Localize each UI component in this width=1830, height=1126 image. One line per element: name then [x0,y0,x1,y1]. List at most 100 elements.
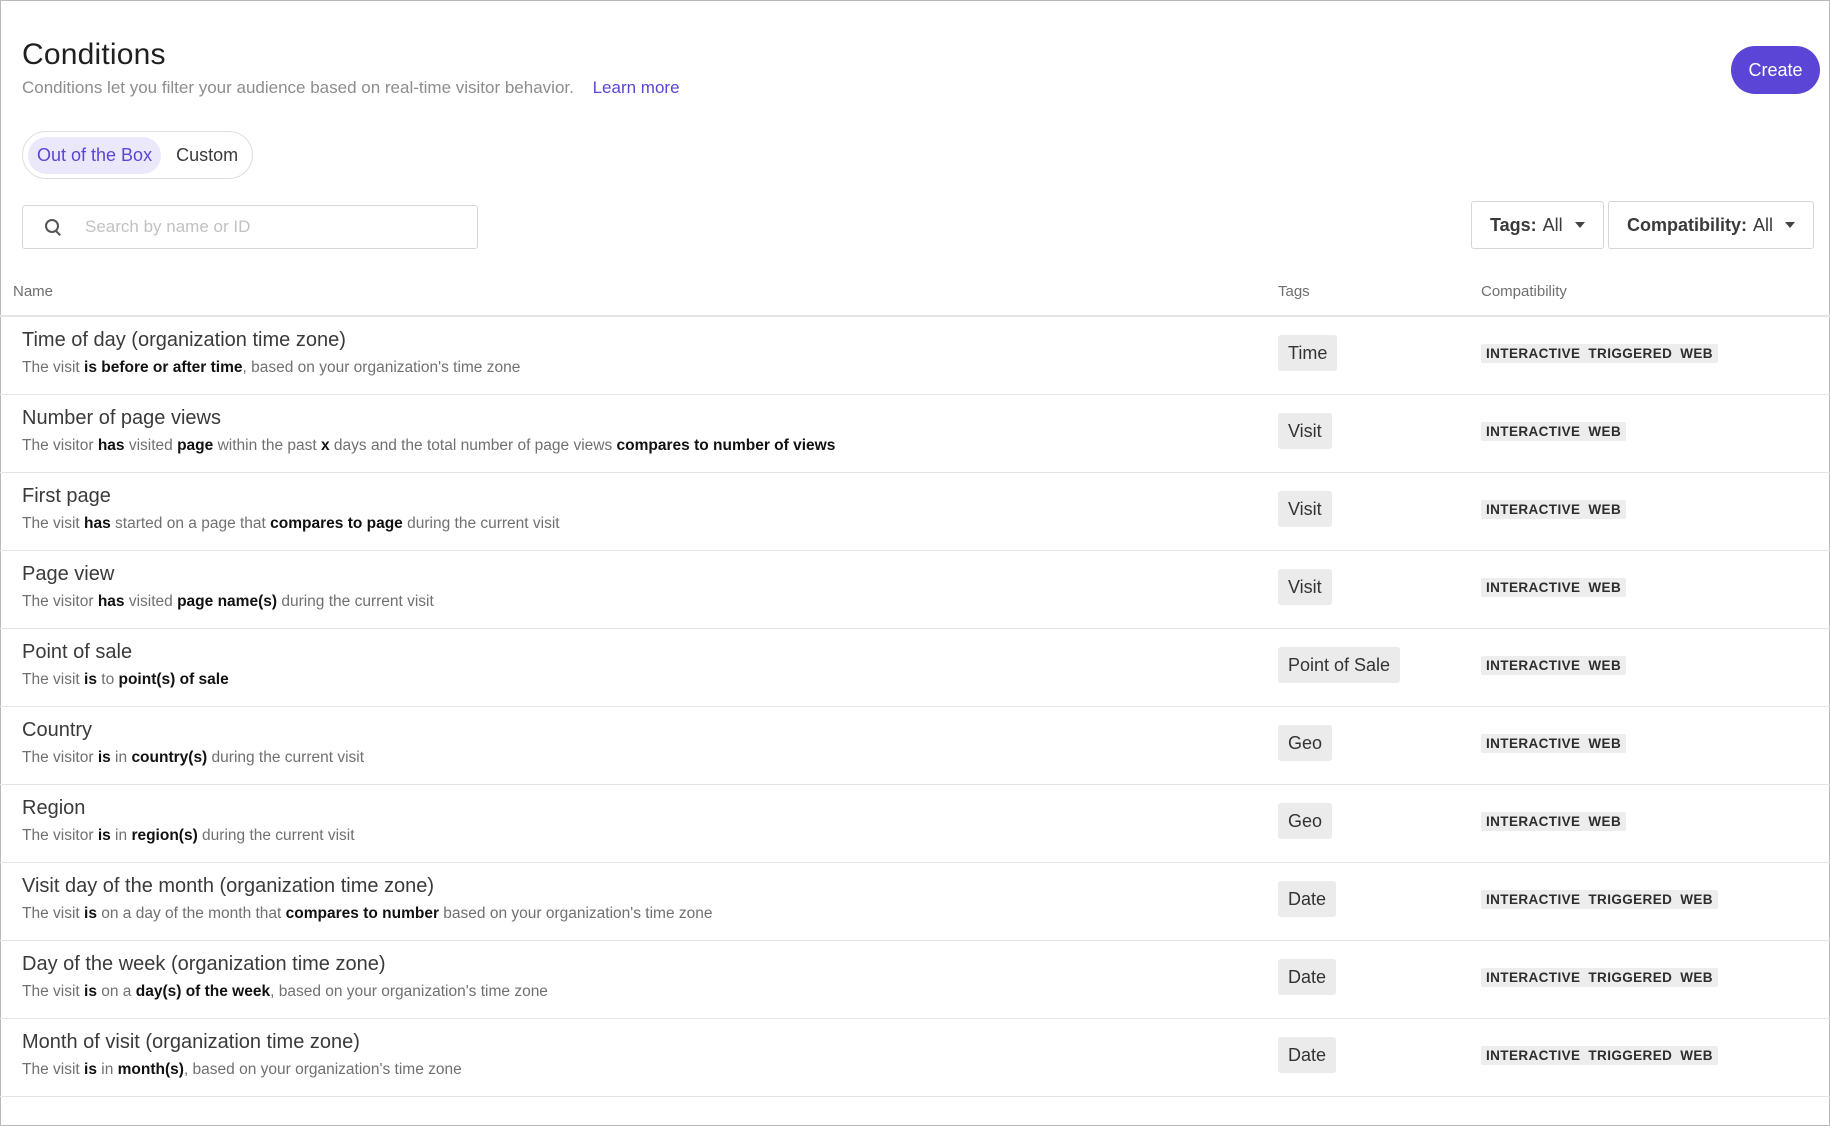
compatibility-badges: INTERACTIVE WEB [1481,656,1627,675]
condition-name: Time of day (organization time zone) [22,329,346,351]
compatibility-badges: INTERACTIVE WEB [1481,734,1627,753]
tag-badge: Visit [1278,491,1332,527]
description-text: visited [124,437,178,454]
compatibility-badges: INTERACTIVE WEB [1481,812,1627,831]
caret-down-icon [1785,222,1796,228]
tag-badge: Point of Sale [1278,647,1401,683]
description-text: The visit [22,1061,85,1078]
description-text: started on a page that [110,515,271,532]
condition-description: The visit is on a day of the month that … [22,905,713,923]
table-row[interactable]: Visit day of the month (organization tim… [0,863,1830,941]
description-keyword: page name(s) [177,593,278,610]
description-text: during the current visit [207,749,365,766]
table-row[interactable]: Number of page views The visitor has visi… [0,395,1830,473]
compatibility-badge: INTERACTIVE [1486,814,1581,829]
description-keyword: point(s) of sale [118,671,229,688]
condition-type-toggle: Out of the Box Custom [22,131,254,179]
column-header-name[interactable]: Name [13,283,53,300]
tag-badge: Visit [1278,413,1332,449]
compatibility-badge: INTERACTIVE [1486,658,1581,673]
description-text: , based on your organization's time zone [242,359,521,376]
description-text: The visit [22,983,85,1000]
description-text: The visit [22,515,85,532]
description-keyword: compares to number of views [616,437,836,454]
compatibility-badge: WEB [1680,970,1713,985]
table-row[interactable]: Month of visit (organization time zone) T… [0,1019,1830,1097]
condition-description: The visitor is in region(s) during the c… [22,827,355,845]
table-row[interactable]: First page The visit has started on a pag… [0,473,1830,551]
table-row[interactable]: Country The visitor is in country(s) duri… [0,707,1830,785]
description-keyword: x [320,437,330,454]
tags-filter-label: Tags: [1490,214,1537,235]
compatibility-badges: INTERACTIVE WEB [1481,578,1627,597]
condition-description: The visit is before or after time, based… [22,359,520,377]
page-title: Conditions [22,38,166,71]
description-text: within the past [213,437,321,454]
page-subtitle: Conditions let you filter your audience … [22,78,680,98]
description-keyword: is before or after time [84,359,243,376]
compatibility-badge: WEB [1588,502,1622,517]
description-keyword: day(s) of the week [135,983,271,1000]
compatibility-badges: INTERACTIVE TRIGGERED WEB [1481,890,1718,909]
column-header-compatibility[interactable]: Compatibility [1481,283,1567,300]
description-text: in [110,749,132,766]
condition-name: Number of page views [22,407,221,429]
compatibility-badge: INTERACTIVE [1486,346,1581,361]
description-keyword: has [84,515,111,532]
table-row[interactable]: Region The visitor is in region(s) during… [0,785,1830,863]
table-row[interactable]: Page view The visitor has visited page na… [0,551,1830,629]
create-button[interactable]: Create [1731,46,1820,94]
description-text: The visitor [22,593,98,610]
condition-description: The visit is on a day(s) of the week, ba… [22,983,548,1001]
condition-name: Region [22,797,86,819]
compatibility-badge: INTERACTIVE [1486,1048,1581,1063]
compatibility-badge: INTERACTIVE [1486,580,1581,595]
compatibility-filter-dropdown[interactable]: Compatibility: All [1608,201,1815,249]
description-text: The visit [22,359,85,376]
tags-filter-dropdown[interactable]: Tags: All [1471,201,1604,249]
tag-badge: Date [1278,881,1337,917]
condition-description: The visitor is in country(s) during the … [22,749,364,767]
tag-badge: Time [1278,335,1338,371]
description-text: to [96,671,119,688]
tags-filter-value: All [1542,214,1563,235]
compatibility-badge: WEB [1588,814,1622,829]
tag-badge: Geo [1278,803,1333,839]
compatibility-badge: INTERACTIVE [1486,892,1581,907]
compatibility-badge: TRIGGERED [1588,1048,1673,1063]
description-keyword: compares to number [285,905,439,922]
compatibility-badge: INTERACTIVE [1486,970,1581,985]
learn-more-link[interactable]: Learn more [593,78,680,97]
compatibility-badges: INTERACTIVE TRIGGERED WEB [1481,968,1718,987]
condition-description: The visit has started on a page that com… [22,515,560,533]
description-text: The visitor [22,437,98,454]
column-header-tags[interactable]: Tags [1278,283,1310,300]
compatibility-badge: WEB [1680,1048,1713,1063]
compatibility-badge: INTERACTIVE [1486,736,1581,751]
condition-name: Point of sale [22,641,133,663]
toggle-out-of-the-box[interactable]: Out of the Box [28,136,162,174]
caret-down-icon [1574,222,1585,228]
description-text: in [110,827,132,844]
description-keyword: country(s) [131,749,208,766]
table-row[interactable]: Day of the week (organization time zone)… [0,941,1830,1019]
description-keyword: is [97,749,111,766]
description-keyword: is [84,1061,97,1078]
table-row[interactable]: Point of sale The visit is to point(s) of… [0,629,1830,707]
tag-badge: Date [1278,1037,1337,1073]
search-input[interactable] [83,216,447,238]
toggle-custom[interactable]: Custom [167,137,247,174]
table-row[interactable]: Time of day (organization time zone) The … [0,317,1830,395]
description-text: The visit [22,671,85,688]
description-text: , based on your organization's time zone [270,983,548,1000]
search-icon [43,217,63,237]
description-text: The visit [22,905,85,922]
condition-description: The visitor has visited page within the … [22,437,835,455]
subtitle-text: Conditions let you filter your audience … [22,78,574,97]
tag-badge: Visit [1278,569,1332,605]
description-text: on a [96,983,136,1000]
description-keyword: month(s) [117,1061,184,1078]
description-keyword: is [84,905,97,922]
condition-description: The visit is in month(s), based on your … [22,1061,462,1079]
compatibility-badge: WEB [1588,658,1622,673]
